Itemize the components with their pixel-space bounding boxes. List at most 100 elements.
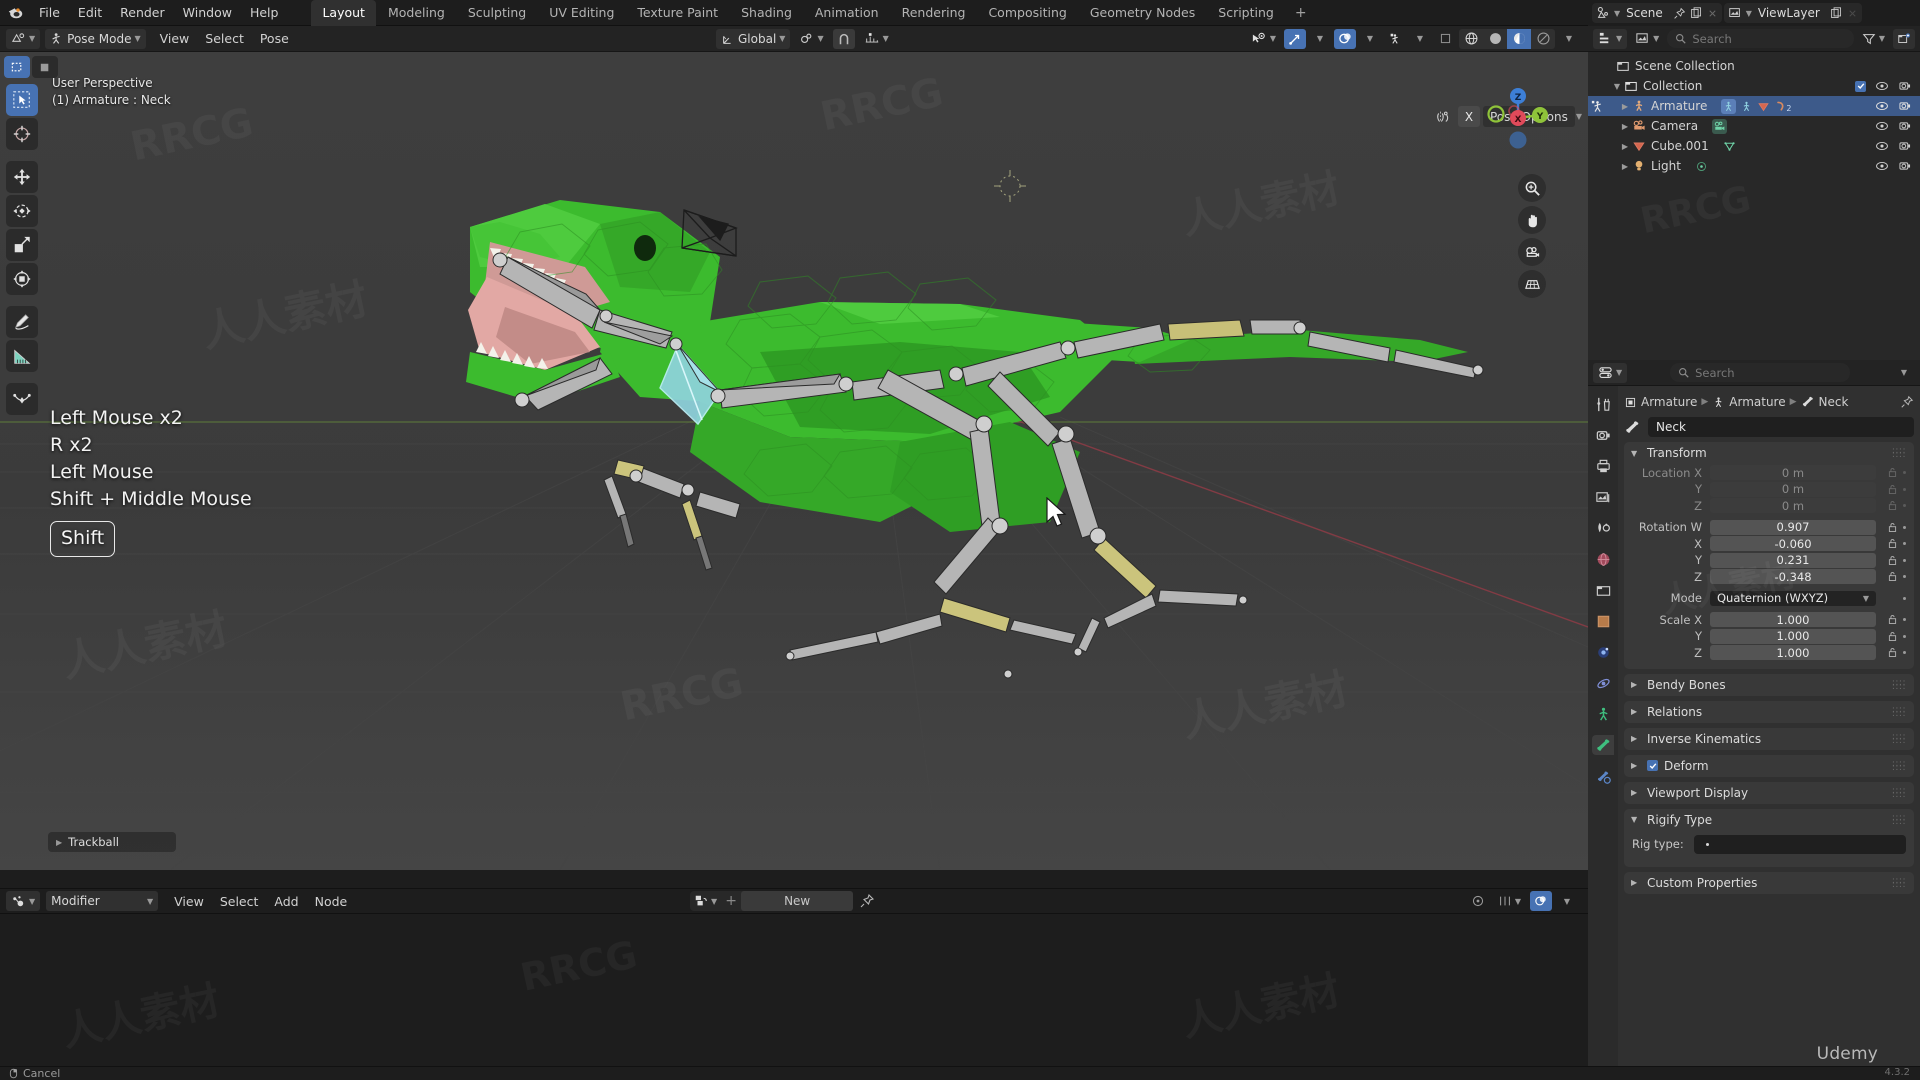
animate-dot[interactable] bbox=[1903, 596, 1906, 600]
pivot-point-selector[interactable]: ▼ bbox=[794, 29, 828, 49]
bendy-bones-panel-header[interactable]: ▶ Bendy Bones :::::::: bbox=[1624, 674, 1914, 696]
breadcrumb-armature[interactable]: Armature bbox=[1729, 395, 1785, 409]
unlock-icon[interactable] bbox=[1887, 647, 1898, 658]
tool-measure-button[interactable] bbox=[6, 340, 38, 372]
properties-tab-scene[interactable] bbox=[1592, 518, 1614, 538]
animate-dot[interactable] bbox=[1903, 618, 1906, 621]
field-value[interactable]: -0.060 bbox=[1710, 536, 1876, 551]
panel-grip-icon[interactable]: :::::::: bbox=[1892, 759, 1906, 772]
overlays-dropdown[interactable]: ▼ bbox=[1359, 29, 1381, 49]
outliner-row-scene-collection[interactable]: Scene Collection bbox=[1588, 56, 1920, 76]
tab-sculpting[interactable]: Sculpting bbox=[457, 0, 537, 26]
properties-tab-view-layer[interactable] bbox=[1592, 487, 1614, 507]
node-editor-type-selector[interactable]: ▼ bbox=[6, 891, 41, 911]
pan-view-button[interactable] bbox=[1518, 206, 1546, 234]
properties-tab-bone[interactable] bbox=[1592, 735, 1614, 755]
animate-dot[interactable] bbox=[1903, 634, 1906, 638]
bone-name-input[interactable]: Neck bbox=[1648, 417, 1914, 437]
pin-icon[interactable] bbox=[1673, 7, 1686, 20]
properties-tab-object[interactable] bbox=[1592, 611, 1614, 631]
tool-transform-button[interactable] bbox=[6, 263, 38, 295]
unlock-icon[interactable] bbox=[1887, 555, 1898, 566]
gizmo-toggle-button[interactable] bbox=[1284, 28, 1306, 49]
proportional-edit-selector[interactable]: ▼ bbox=[859, 29, 894, 49]
overlays-toggle-button[interactable] bbox=[1334, 28, 1356, 49]
viewport-menu-select[interactable]: Select bbox=[197, 29, 252, 48]
lock-icon[interactable] bbox=[1887, 467, 1898, 478]
expand-arrow-cube[interactable]: ▶ bbox=[1618, 142, 1632, 151]
tool-annotate-button[interactable] bbox=[6, 306, 38, 338]
delete-scene-icon[interactable] bbox=[1707, 8, 1718, 19]
field-value[interactable]: 0 m bbox=[1710, 498, 1876, 513]
render-camera-icon[interactable] bbox=[1898, 79, 1912, 93]
unlock-icon[interactable] bbox=[1887, 614, 1898, 625]
outliner-display-mode-selector[interactable]: ▼ bbox=[1630, 29, 1664, 49]
properties-tab-tool[interactable] bbox=[1592, 394, 1614, 414]
modifier-badge-icon[interactable]: 2 bbox=[1774, 100, 1791, 113]
expand-arrow-camera[interactable]: ▶ bbox=[1618, 122, 1632, 131]
tab-animation[interactable]: Animation bbox=[804, 0, 890, 26]
tab-scripting[interactable]: Scripting bbox=[1207, 0, 1285, 26]
node-tree-type-selector[interactable]: Modifier ▼ bbox=[46, 891, 159, 911]
shading-solid-button[interactable] bbox=[1483, 29, 1507, 49]
tab-geometry-nodes[interactable]: Geometry Nodes bbox=[1079, 0, 1206, 26]
menu-help[interactable]: Help bbox=[241, 2, 288, 23]
object-icon[interactable] bbox=[1624, 396, 1637, 409]
properties-tab-object-data[interactable] bbox=[1592, 704, 1614, 724]
tab-texture-paint[interactable]: Texture Paint bbox=[626, 0, 729, 26]
transform-orientation-selector[interactable]: Global ▼ bbox=[716, 28, 791, 49]
outliner-row-armature[interactable]: ▶ Armature 2 bbox=[1588, 96, 1920, 116]
shading-material-button[interactable] bbox=[1507, 28, 1531, 49]
select-box-mode-button[interactable] bbox=[4, 56, 30, 78]
breadcrumb-object[interactable]: Armature bbox=[1641, 395, 1697, 409]
node-snap-button[interactable] bbox=[1467, 891, 1489, 911]
outliner-editor-type-selector[interactable]: ▼ bbox=[1593, 28, 1628, 49]
shading-wireframe-button[interactable] bbox=[1459, 29, 1483, 49]
animate-dot[interactable] bbox=[1903, 471, 1906, 474]
menu-render[interactable]: Render bbox=[111, 2, 174, 23]
3d-viewport[interactable]: User Perspective (1) Armature : Neck Lef… bbox=[0, 52, 1588, 870]
expand-arrow-collection[interactable]: ▼ bbox=[1610, 82, 1624, 91]
viewlayer-selector[interactable]: ▼ ViewLayer bbox=[1723, 3, 1862, 23]
render-camera-icon[interactable] bbox=[1898, 159, 1912, 173]
camera-data-icon[interactable] bbox=[1712, 118, 1728, 134]
deform-panel-header[interactable]: ▶ Deform :::::::: bbox=[1624, 755, 1914, 777]
collection-checkbox[interactable] bbox=[1855, 80, 1866, 92]
field-value[interactable]: 0 m bbox=[1710, 465, 1876, 480]
tool-move-button[interactable] bbox=[6, 161, 38, 193]
panel-grip-icon[interactable]: :::::::: bbox=[1892, 813, 1906, 826]
node-menu-add[interactable]: Add bbox=[266, 892, 306, 911]
panel-grip-icon[interactable]: :::::::: bbox=[1892, 678, 1906, 691]
add-workspace-button[interactable]: + bbox=[1286, 2, 1316, 24]
pin-node-icon[interactable] bbox=[859, 893, 875, 909]
xray-toggle-button[interactable] bbox=[1384, 29, 1406, 49]
editor-type-selector[interactable]: ▼ bbox=[6, 28, 41, 49]
outliner-row-collection[interactable]: ▼ Collection bbox=[1588, 76, 1920, 96]
delete-viewlayer-icon[interactable] bbox=[1847, 8, 1858, 19]
lock-icon[interactable] bbox=[1887, 500, 1898, 511]
outliner-row-cube[interactable]: ▶ Cube.001 bbox=[1588, 136, 1920, 156]
animate-dot[interactable] bbox=[1903, 575, 1906, 578]
menu-edit[interactable]: Edit bbox=[69, 2, 111, 23]
rotation-mode-dropdown[interactable]: Quaternion (WXYZ) ▼ bbox=[1710, 590, 1876, 606]
properties-tab-physics[interactable] bbox=[1592, 673, 1614, 693]
camera-view-button[interactable] bbox=[1518, 238, 1546, 266]
rigify-type-panel-header[interactable]: ▼ Rigify Type :::::::: bbox=[1624, 809, 1914, 831]
xray-dropdown[interactable]: ▼ bbox=[1409, 29, 1431, 49]
new-viewlayer-icon[interactable] bbox=[1830, 6, 1843, 20]
breadcrumb-bone[interactable]: Neck bbox=[1819, 395, 1849, 409]
mesh-data-icon[interactable] bbox=[1723, 140, 1736, 153]
navigation-gizmo[interactable]: Z Y X bbox=[1478, 78, 1558, 158]
tool-scale-button[interactable] bbox=[6, 229, 38, 261]
visibility-eye-icon[interactable] bbox=[1875, 119, 1889, 133]
field-value[interactable]: 1.000 bbox=[1710, 628, 1876, 644]
scene-selector[interactable]: ▼ Scene bbox=[1592, 3, 1722, 23]
toggle-perspective-button[interactable] bbox=[1518, 270, 1546, 298]
unlock-icon[interactable] bbox=[1887, 631, 1898, 642]
visibility-selector[interactable]: ▼ bbox=[1246, 29, 1281, 49]
unlock-icon[interactable] bbox=[1887, 522, 1898, 533]
viewport-menu-pose[interactable]: Pose bbox=[252, 29, 297, 48]
unlock-icon[interactable] bbox=[1887, 571, 1898, 582]
shading-dropdown[interactable]: ▼ bbox=[1558, 29, 1580, 49]
panel-grip-icon[interactable]: :::::::: bbox=[1892, 705, 1906, 718]
